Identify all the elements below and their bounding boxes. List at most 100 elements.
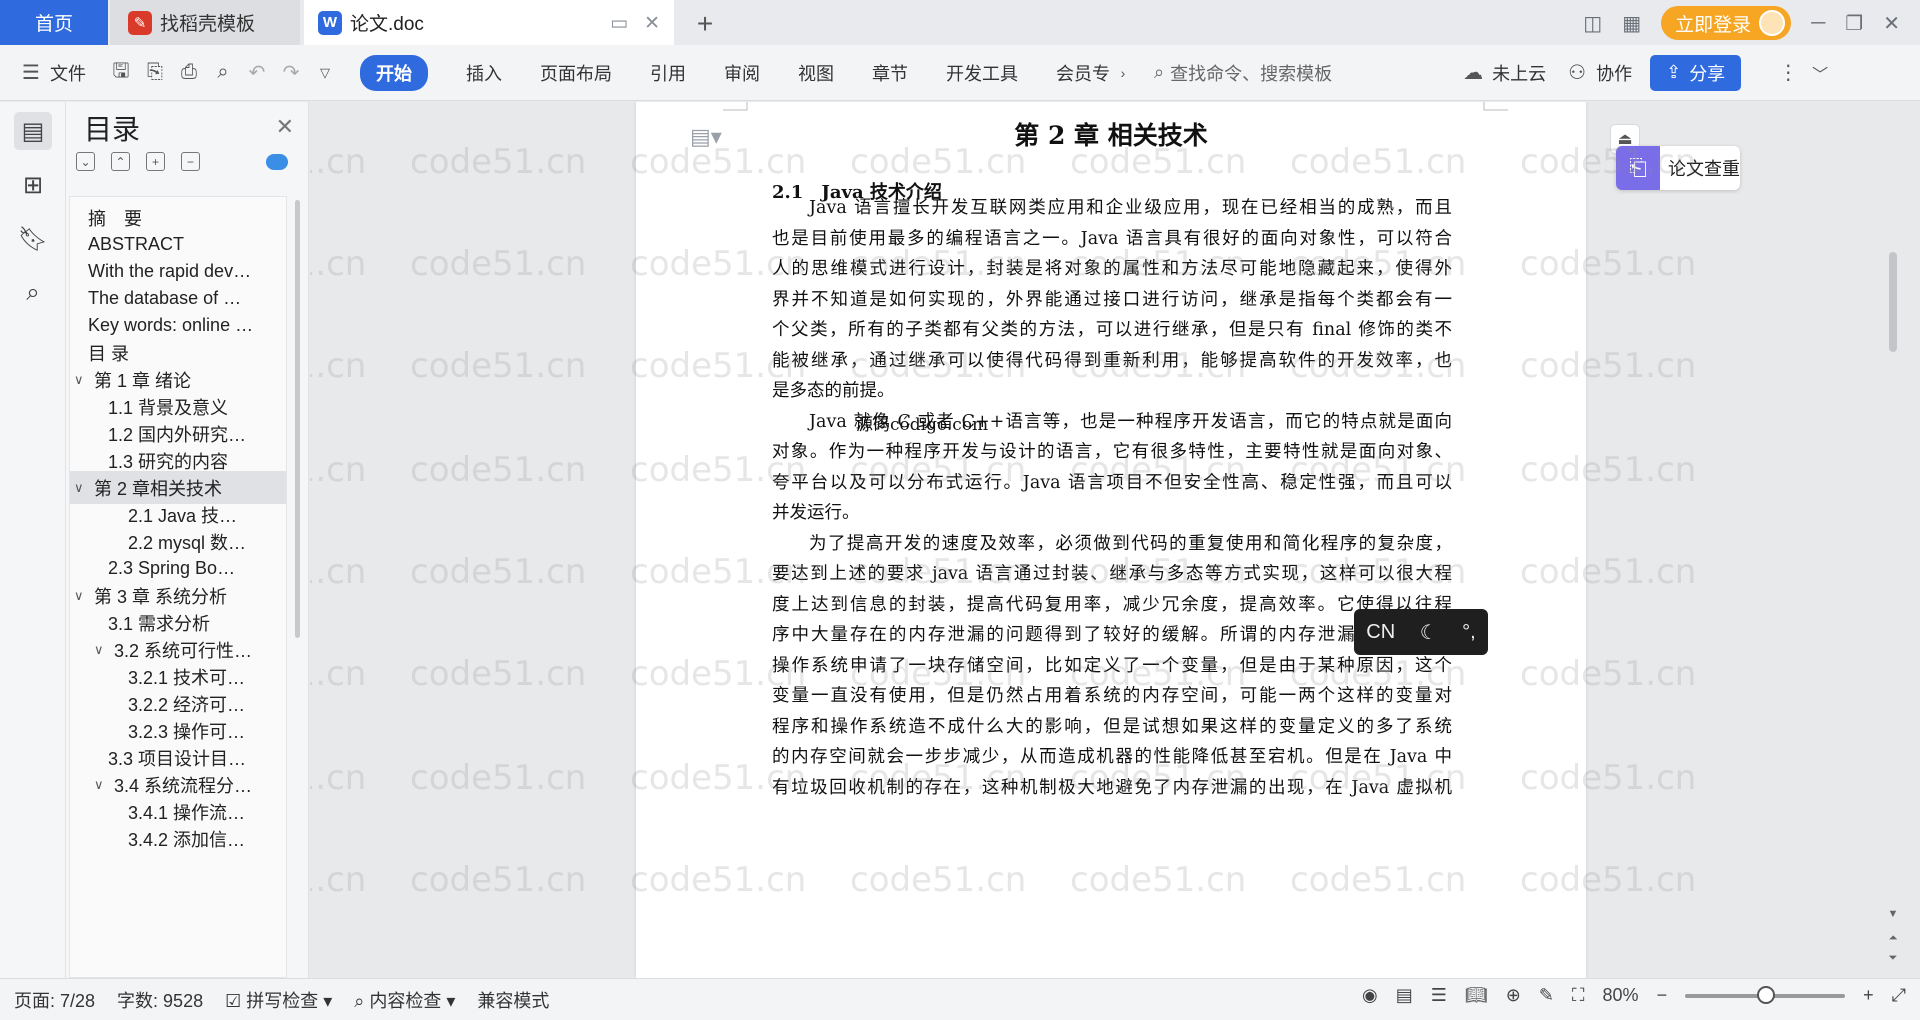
scrollbar-thumb[interactable]	[1889, 252, 1897, 352]
toc-item-label: 第 3 章 系统分析	[94, 586, 228, 607]
document-page[interactable]: ▤▾ 第 2 章 相关技术 2.1 Java 技术介绍 Java 语言擅长开发互…	[636, 102, 1586, 978]
zoom-level[interactable]: 80%	[1603, 985, 1639, 1006]
status-bar: 页面: 7/28 字数: 9528 ☑ 拼写检查 ▾ ⌕ 内容检查 ▾ 兼容模式…	[0, 978, 1920, 1020]
fullscreen-icon[interactable]: ⤢	[1892, 985, 1906, 1006]
tab-find-template[interactable]: ✎ 找稻壳模板	[110, 0, 300, 45]
search-icon[interactable]: ⌕	[14, 274, 52, 312]
chevron-down-icon[interactable]: ∨	[74, 588, 90, 604]
export-pdf-icon[interactable]: ⎘	[142, 60, 168, 86]
eye-protection-icon[interactable]: ◉	[1362, 985, 1378, 1006]
tab-document[interactable]: W 论文.doc ▭ ✕	[304, 0, 674, 45]
chapter-nav-icon[interactable]: ⊞	[14, 166, 52, 204]
paper-check-button[interactable]: ⎗ 论文查重	[1616, 146, 1740, 190]
layout-icon[interactable]: ◫	[1583, 11, 1602, 36]
undo-icon[interactable]: ↶	[244, 60, 270, 86]
menu-tab-developer[interactable]: 开发工具	[946, 60, 1018, 86]
close-window-icon[interactable]: ✕	[1883, 11, 1900, 36]
cloud-status[interactable]: ☁ 未上云	[1460, 60, 1546, 86]
chevron-down-icon[interactable]: ∨	[94, 642, 110, 658]
remove-heading-icon[interactable]: −	[181, 152, 200, 171]
bookmark-icon[interactable]: 🔖︎	[14, 220, 52, 258]
new-tab-button[interactable]: +	[690, 8, 720, 40]
chevron-down-icon[interactable]: ∨	[74, 480, 90, 496]
toc-panel: 目录 ✕ ⌄ ⌃ + − 摘 要 ABSTRACT With the rapid d…	[66, 102, 309, 978]
toc-item[interactable]: 3.4.2 添加信…	[70, 822, 286, 855]
content-check-label: 内容检查	[369, 990, 442, 1011]
chevron-down-icon[interactable]: ∨	[74, 372, 90, 388]
share-icon: ⇪	[1666, 62, 1682, 82]
menu-tab-review[interactable]: 审阅	[724, 60, 760, 86]
toc-title: 目录	[84, 114, 141, 145]
customize-dropdown-icon[interactable]: ▽	[312, 60, 338, 86]
menu-tab-member[interactable]: 会员专	[1056, 60, 1110, 86]
zoom-out-icon[interactable]: −	[1657, 985, 1668, 1006]
login-button[interactable]: 立即登录	[1661, 6, 1792, 40]
toc-item-label: 1.3 研究的内容	[108, 451, 229, 472]
pen-icon[interactable]: ✎	[1539, 985, 1554, 1006]
ime-toolbar[interactable]: CN ☾ °,	[1354, 609, 1488, 655]
menu-tabs: 开始 插入 页面布局 引用 审阅 视图 章节 开发工具 会员专	[360, 54, 1110, 91]
moon-icon[interactable]: ☾	[1420, 620, 1438, 645]
ime-language-label[interactable]: CN	[1366, 621, 1395, 644]
file-menu[interactable]: ☰ 文件	[18, 60, 86, 86]
watermark: code51.cn	[410, 552, 587, 592]
close-tab-icon[interactable]: ✕	[644, 12, 660, 35]
chevron-down-icon[interactable]: ∨	[94, 777, 110, 793]
reading-view-icon[interactable]: 📖︎	[1465, 985, 1488, 1006]
redo-icon[interactable]: ↷	[278, 60, 304, 86]
add-heading-icon[interactable]: +	[146, 152, 165, 171]
restore-icon[interactable]: ❐	[1845, 11, 1863, 36]
save-icon[interactable]: 🖫	[108, 60, 134, 86]
toc-item-label: 目 录	[88, 343, 130, 364]
toc-scrollbar[interactable]	[295, 200, 300, 638]
toc-item-label: 1.2 国内外研究…	[108, 424, 247, 445]
zoom-slider-knob[interactable]	[1757, 985, 1776, 1004]
punctuation-icon[interactable]: °,	[1462, 621, 1476, 644]
menu-tab-layout[interactable]: 页面布局	[540, 60, 612, 86]
share-button[interactable]: ⇪ 分享	[1650, 54, 1742, 91]
prev-page-icon[interactable]: ⏶	[1886, 932, 1900, 945]
watermark: code51.cn	[310, 758, 367, 798]
print-preview-icon[interactable]: ⌕	[210, 60, 236, 86]
outline-view-icon[interactable]: ☰	[1431, 985, 1447, 1006]
content-check-toggle[interactable]: ⌕ 内容检查 ▾	[354, 987, 455, 1013]
more-icon[interactable]: ⋮	[1775, 60, 1801, 86]
toc-item-label: 3.3 项目设计目…	[108, 748, 247, 769]
menu-tab-view[interactable]: 视图	[798, 60, 834, 86]
collapse-all-icon[interactable]: ⌄	[76, 152, 95, 171]
menu-tab-references[interactable]: 引用	[650, 60, 686, 86]
web-view-icon[interactable]: ⊕	[1506, 985, 1521, 1006]
apps-grid-icon[interactable]: ▦	[1622, 11, 1641, 36]
fit-page-icon[interactable]: ⛶	[1572, 985, 1585, 1006]
scroll-down-icon[interactable]: ▼	[1886, 908, 1900, 920]
collab-button[interactable]: ⚇ 协作	[1564, 60, 1632, 86]
close-icon[interactable]: ✕	[276, 114, 294, 140]
print-icon[interactable]: ⎙	[176, 60, 202, 86]
watermark: code51.cn	[310, 450, 367, 490]
chevron-right-icon[interactable]: ›	[1110, 60, 1136, 86]
next-page-icon[interactable]: ⏷	[1886, 952, 1900, 965]
vertical-scrollbar[interactable]: ▲ ▼ ⏶ ⏷	[1886, 102, 1900, 978]
zoom-slider[interactable]	[1685, 985, 1846, 1004]
toc-panel-icon[interactable]: ▤	[14, 112, 52, 150]
menu-tab-start[interactable]: 开始	[360, 54, 428, 91]
word-count[interactable]: 字数: 9528	[117, 987, 203, 1013]
collapse-ribbon-icon[interactable]: ﹀	[1807, 60, 1833, 86]
command-search[interactable]: ⌕ 查找命令、搜索模板	[1154, 60, 1332, 86]
ai-assistant-icon[interactable]	[266, 154, 288, 170]
zoom-in-icon[interactable]: +	[1863, 985, 1874, 1006]
page-indicator[interactable]: 页面: 7/28	[14, 987, 95, 1013]
page-view-icon[interactable]: ▤	[1396, 985, 1413, 1006]
menu-tab-insert[interactable]: 插入	[466, 60, 502, 86]
watermark: code51.cn	[310, 346, 367, 386]
tab-home[interactable]: 首页	[0, 0, 108, 45]
pin-window-icon[interactable]: ▭	[610, 12, 628, 35]
scroll-up-icon[interactable]: ▲	[1886, 102, 1900, 104]
toc-item-label: 摘 要	[88, 208, 142, 229]
menu-tab-chapter[interactable]: 章节	[872, 60, 908, 86]
tab-home-label: 首页	[34, 14, 73, 35]
spell-check-toggle[interactable]: ☑ 拼写检查 ▾	[225, 987, 332, 1013]
search-icon: ⌕	[1154, 62, 1165, 82]
minimize-icon[interactable]: ─	[1811, 12, 1825, 35]
expand-up-icon[interactable]: ⌃	[111, 152, 130, 171]
